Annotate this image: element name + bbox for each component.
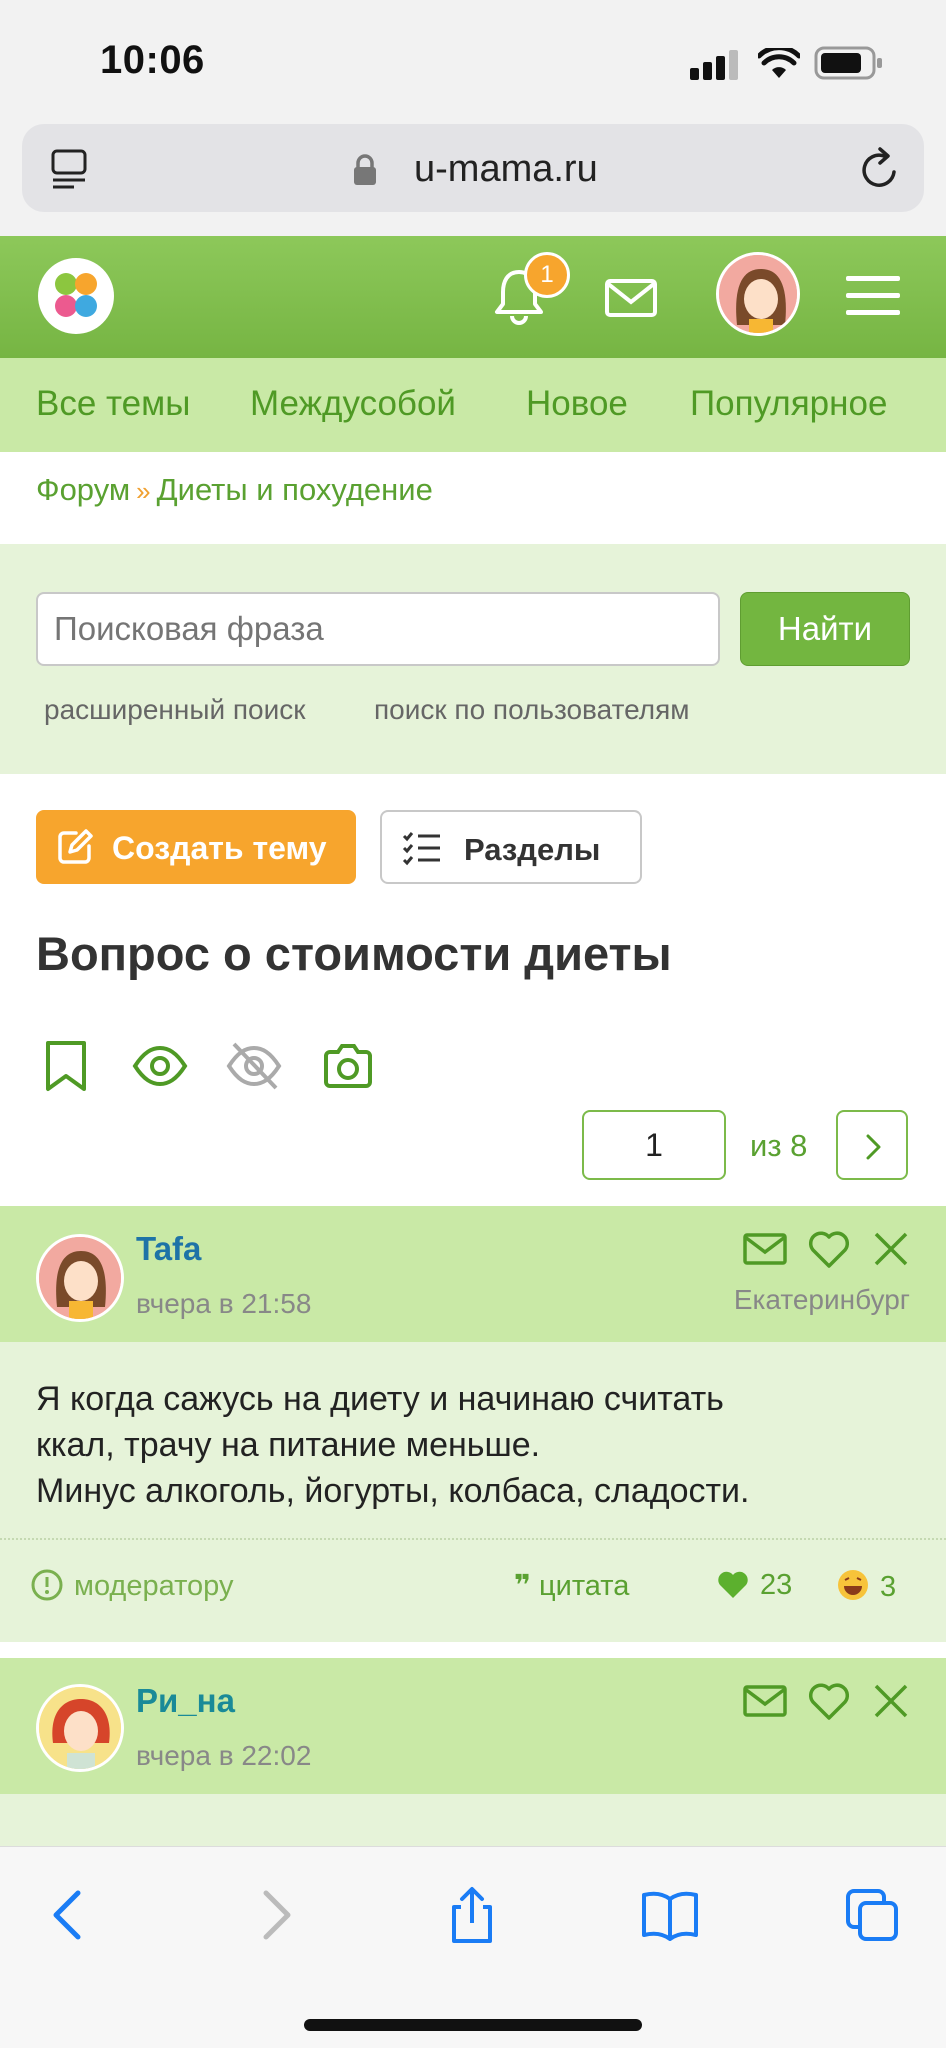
sections-label: Разделы <box>464 832 601 867</box>
home-indicator <box>304 2019 642 2031</box>
search-button[interactable]: Найти <box>740 592 910 666</box>
battery-icon <box>814 46 882 80</box>
bookmark-icon[interactable] <box>40 1040 92 1092</box>
report-moderator-link[interactable]: модератору <box>30 1568 234 1603</box>
wifi-icon <box>758 48 800 78</box>
page-count: из 8 <box>750 1128 808 1163</box>
breadcrumb-separator: » <box>136 476 151 506</box>
post-author-avatar[interactable] <box>36 1684 124 1772</box>
laugh-counter[interactable]: 3 <box>836 1568 896 1604</box>
close-icon[interactable] <box>868 1678 914 1724</box>
user-search-link[interactable]: поиск по пользователям <box>374 694 689 726</box>
like-count: 23 <box>760 1569 793 1601</box>
nav-new[interactable]: Новое <box>526 384 628 424</box>
sections-button[interactable]: Разделы <box>380 810 642 884</box>
like-heart-icon[interactable] <box>806 1226 852 1272</box>
nav-all-topics[interactable]: Все темы <box>36 384 190 424</box>
next-page-button[interactable] <box>836 1110 908 1180</box>
post-author[interactable]: Tafa <box>136 1230 201 1268</box>
quote-link[interactable]: ❞ цитата <box>514 1568 629 1603</box>
browser-bottom-bar <box>0 1846 946 2048</box>
avatar-face-icon <box>39 1237 121 1319</box>
post-header: Tafa вчера в 21:58 Екатеринбург <box>0 1206 946 1342</box>
create-topic-button[interactable]: Создать тему <box>36 810 356 884</box>
post-body: Я когда сажусь на диету и начинаю считат… <box>0 1342 946 1642</box>
nav-mezhdusoboi[interactable]: Междусобой <box>250 384 456 424</box>
laughing-emoji-icon <box>838 1570 868 1600</box>
page-number-input[interactable] <box>582 1110 726 1180</box>
post-text-line: Минус алкоголь, йогурты, колбаса, сладос… <box>36 1472 750 1510</box>
hide-eye-icon[interactable] <box>226 1040 282 1092</box>
browser-toolbar: u-mama.ru <box>0 118 946 236</box>
notification-badge: 1 <box>524 252 570 298</box>
message-author-icon[interactable] <box>742 1226 788 1272</box>
nav-popular[interactable]: Популярное <box>690 384 887 424</box>
laugh-count: 3 <box>880 1571 897 1603</box>
main-nav: Все темы Междусобой Новое Популярное <box>0 358 946 452</box>
warning-icon <box>31 1569 63 1601</box>
url-text: u-mama.ru <box>414 148 598 190</box>
bookmarks-book-icon[interactable] <box>640 1885 700 1945</box>
topic-title: Вопрос о стоимости диеты <box>36 927 672 980</box>
site-logo-icon[interactable] <box>36 256 116 336</box>
post-text-line: Я когда сажусь на диету и начинаю считат… <box>36 1380 724 1418</box>
edit-icon <box>58 829 93 864</box>
back-icon[interactable] <box>40 1885 100 1945</box>
post-author[interactable]: Ри_на <box>136 1682 235 1720</box>
post-text: Я когда сажусь на диету и начинаю считат… <box>36 1376 916 1514</box>
hamburger-menu-icon[interactable] <box>844 274 902 318</box>
user-avatar[interactable] <box>716 252 800 336</box>
green-heart-icon <box>718 1571 748 1598</box>
post-author-city: Екатеринбург <box>733 1284 910 1315</box>
post-text-line: ккал, трачу на питание меньше. <box>36 1426 541 1464</box>
chevron-right-icon <box>866 1134 881 1160</box>
post-divider <box>0 1538 946 1540</box>
breadcrumb: Форум» Диеты и похудение <box>36 472 433 508</box>
checklist-icon <box>402 832 440 866</box>
tabs-icon[interactable] <box>842 1885 902 1945</box>
quote-label: цитата <box>539 1570 630 1602</box>
watch-eye-icon[interactable] <box>132 1040 188 1092</box>
cellular-signal-icon <box>690 50 742 80</box>
message-author-icon[interactable] <box>742 1678 788 1724</box>
quote-marks-icon: ❞ <box>514 1570 532 1602</box>
like-counter[interactable]: 23 <box>716 1568 792 1602</box>
close-icon[interactable] <box>868 1226 914 1272</box>
avatar-face-icon <box>719 255 797 333</box>
status-time: 10:06 <box>100 38 205 82</box>
search-panel: Найти расширенный поиск поиск по пользов… <box>0 544 946 774</box>
lock-icon <box>354 154 376 185</box>
share-icon[interactable] <box>442 1885 502 1945</box>
report-moderator-label: модератору <box>74 1570 234 1602</box>
create-topic-label: Создать тему <box>112 830 327 866</box>
mail-icon[interactable] <box>604 278 658 318</box>
address-bar[interactable]: u-mama.ru <box>22 124 924 212</box>
search-input[interactable] <box>36 592 720 666</box>
camera-icon[interactable] <box>322 1040 374 1092</box>
post-author-avatar[interactable] <box>36 1234 124 1322</box>
reader-mode-icon[interactable] <box>50 148 90 190</box>
breadcrumb-forum[interactable]: Форум <box>36 472 130 507</box>
breadcrumb-section[interactable]: Диеты и похудение <box>157 472 433 507</box>
post-time: вчера в 22:02 <box>136 1740 312 1771</box>
post-body <box>0 1794 946 1854</box>
like-heart-icon[interactable] <box>806 1678 852 1724</box>
avatar-face-icon <box>39 1687 121 1769</box>
advanced-search-link[interactable]: расширенный поиск <box>44 694 306 726</box>
reload-icon[interactable] <box>858 146 902 192</box>
status-bar: 10:06 <box>0 0 946 118</box>
forward-icon[interactable] <box>244 1885 304 1945</box>
post-time: вчера в 21:58 <box>136 1288 312 1319</box>
post-header: Ри_на вчера в 22:02 <box>0 1658 946 1794</box>
site-header: 1 <box>0 236 946 358</box>
